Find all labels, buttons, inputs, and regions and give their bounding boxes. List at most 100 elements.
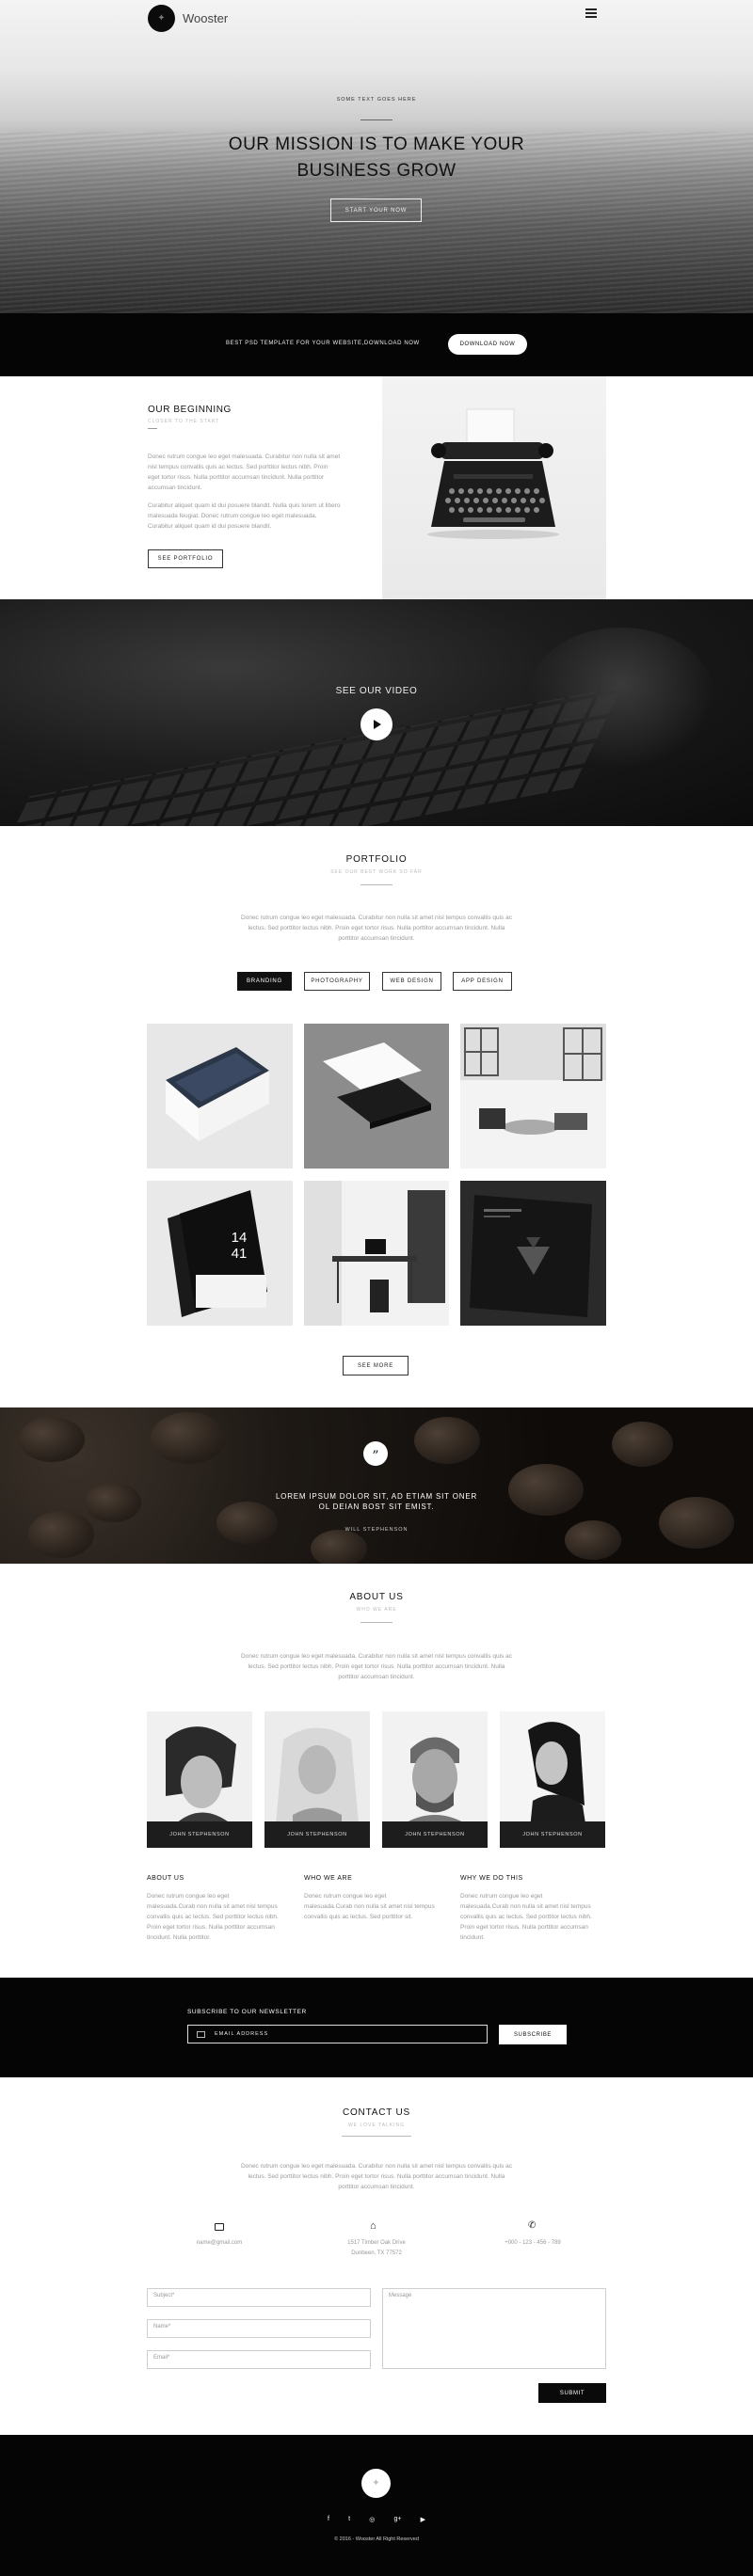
hamburger-menu-icon[interactable] xyxy=(585,8,597,18)
beginning-paragraph-1: Donec rutrum congue leo eget malesuada. … xyxy=(148,453,341,491)
name-field[interactable]: Name* xyxy=(147,2319,371,2338)
dribbble-icon[interactable]: ◎ xyxy=(369,2516,375,2525)
filter-web-design[interactable]: WEB DESIGN xyxy=(382,972,441,991)
quote-line2: OL DEIAN BOST SIT EMIST. xyxy=(318,1503,435,1511)
see-portfolio-button[interactable]: SEE PORTFOLIO xyxy=(148,549,223,568)
quote-line1: LOREM IPSUM DOLOR SIT, AD ETIAM SIT ONER xyxy=(275,1492,478,1501)
filter-branding[interactable]: BRANDING xyxy=(237,972,292,991)
footer-logo[interactable]: ✦ xyxy=(361,2469,391,2498)
loft-interior-illustration xyxy=(460,1024,606,1135)
hero-kicker: SOME TEXT GOES HERE xyxy=(336,97,417,103)
portfolio-item-book[interactable] xyxy=(147,1024,293,1169)
newsletter-section: SUBSCRIBE TO OUR NEWSLETTER EMAIL ADDRES… xyxy=(0,1978,753,2077)
about-col-3-heading: WHY WE DO THIS xyxy=(460,1875,523,1882)
quote-icon: ” xyxy=(372,1449,379,1464)
office-illustration xyxy=(304,1181,445,1326)
portfolio-item-loft[interactable] xyxy=(460,1024,606,1169)
team-member-2[interactable]: JOHN STEPHENSON xyxy=(264,1711,370,1848)
newsletter-email-placeholder: EMAIL ADDRESS xyxy=(215,2031,269,2037)
about-col-2-text: Donec rutrum congue leo eget malesuada.C… xyxy=(304,1893,435,1920)
portfolio-title: PORTFOLIO xyxy=(345,854,408,865)
video-section: SEE OUR VIDEO xyxy=(0,599,753,826)
google-plus-icon[interactable]: g+ xyxy=(393,2516,401,2525)
team-member-4[interactable]: JOHN STEPHENSON xyxy=(500,1711,605,1848)
promo-text: BEST PSD TEMPLATE FOR YOUR WEBSITE,DOWNL… xyxy=(226,341,420,346)
brand-name: Wooster xyxy=(183,11,229,25)
email-field[interactable]: Email* xyxy=(147,2350,371,2369)
facebook-icon[interactable]: f xyxy=(328,2516,329,2525)
beginning-divider xyxy=(148,428,157,429)
portfolio-divider xyxy=(360,884,393,885)
brand-logo[interactable]: ✦ xyxy=(148,5,175,32)
portfolio-item-cards[interactable] xyxy=(304,1024,449,1169)
logo-mark-icon: ✦ xyxy=(157,13,166,24)
play-icon xyxy=(374,720,381,729)
play-button[interactable] xyxy=(360,708,393,740)
contact-subtitle: WE LOVE TALKING xyxy=(347,2123,406,2128)
about-col-1-heading: ABOUT US xyxy=(147,1875,184,1882)
typewriter-illustration xyxy=(427,408,559,539)
copyright: © 2016 - Wooster All Right Reserved xyxy=(334,2536,419,2542)
beginning-title: OUR BEGINNING xyxy=(148,405,232,415)
filter-app-design[interactable]: APP DESIGN xyxy=(453,972,512,991)
newsletter-title: SUBSCRIBE TO OUR NEWSLETTER xyxy=(187,2009,307,2015)
about-col-1-text: Donec rutrum congue leo eget malesuada.C… xyxy=(147,1893,279,1941)
message-field[interactable]: Message xyxy=(382,2288,606,2369)
contact-address-line2: Dunbeen, TX 77572 xyxy=(351,2250,402,2256)
hand-silhouette xyxy=(527,628,715,769)
footer: ✦ f t ◎ g+ ▶ © 2016 - Wooster All Right … xyxy=(0,2435,753,2576)
contact-divider xyxy=(342,2136,411,2137)
about-col-3-text: Donec rutrum congue leo eget malesuada.C… xyxy=(460,1893,592,1941)
book-illustration xyxy=(166,1047,269,1141)
portfolio-item-poster[interactable] xyxy=(460,1181,606,1326)
portfolio-item-brochure[interactable]: 14 41 xyxy=(147,1181,293,1326)
portfolio-subtitle: SEE OUR BEST WORK SO FAR xyxy=(330,869,423,875)
about-section: ABOUT US WHO WE ARE Donec rutrum congue … xyxy=(0,1564,753,1978)
home-icon: ⌂ xyxy=(370,2220,376,2232)
about-description: Donec rutrum congue leo eget malesuada. … xyxy=(241,1653,512,1680)
testimonial-section: ” LOREM IPSUM DOLOR SIT, AD ETIAM SIT ON… xyxy=(0,1407,753,1564)
submit-button[interactable]: SUBMIT xyxy=(538,2383,606,2403)
subject-field[interactable]: Subject* xyxy=(147,2288,371,2307)
team-member-1-name: JOHN STEPHENSON xyxy=(147,1821,252,1848)
youtube-icon[interactable]: ▶ xyxy=(421,2516,425,2525)
poster-illustration xyxy=(470,1195,592,1317)
contact-phone[interactable]: +000 - 123 - 456 - 789 xyxy=(486,2240,580,2246)
newsletter-email-input[interactable]: EMAIL ADDRESS xyxy=(187,2025,488,2043)
filter-photography[interactable]: PHOTOGRAPHY xyxy=(304,972,370,991)
business-cards-illustration xyxy=(323,1042,431,1129)
about-divider xyxy=(360,1622,393,1623)
twitter-icon[interactable]: t xyxy=(348,2516,350,2525)
portfolio-section: PORTFOLIO SEE OUR BEST WORK SO FAR Donec… xyxy=(0,826,753,1407)
hero-title-line1: OUR MISSION IS TO MAKE YOUR xyxy=(228,135,525,154)
team-member-1[interactable]: JOHN STEPHENSON xyxy=(147,1711,252,1848)
social-icons: f t ◎ g+ ▶ xyxy=(328,2516,425,2525)
download-now-button[interactable]: DOWNLOAD NOW xyxy=(448,334,527,355)
contact-description: Donec rutrum congue leo eget malesuada. … xyxy=(241,2163,512,2190)
about-subtitle: WHO WE ARE xyxy=(356,1607,397,1613)
contact-title: CONTACT US xyxy=(342,2107,411,2118)
subscribe-button[interactable]: SUBSCRIBE xyxy=(499,2025,567,2044)
hero-section: ✦ Wooster SOME TEXT GOES HERE OUR MISSIO… xyxy=(0,0,753,313)
about-col-2-heading: WHO WE ARE xyxy=(304,1875,353,1882)
portfolio-description: Donec rutrum congue leo eget malesuada. … xyxy=(241,914,512,942)
team-member-3[interactable]: JOHN STEPHENSON xyxy=(382,1711,488,1848)
portfolio-item-office[interactable] xyxy=(304,1181,449,1326)
beginning-section: OUR BEGINNING CLOSER TO THE START Donec … xyxy=(0,376,753,599)
phone-icon: ✆ xyxy=(528,2220,537,2231)
team-member-4-name: JOHN STEPHENSON xyxy=(500,1821,605,1848)
video-title: SEE OUR VIDEO xyxy=(335,686,418,696)
contact-email[interactable]: name@gmail.com xyxy=(172,2240,266,2246)
hero-cta-button[interactable]: START YOUR NOW xyxy=(330,199,422,222)
contact-section: CONTACT US WE LOVE TALKING Donec rutrum … xyxy=(0,2077,753,2435)
typewriter-image xyxy=(382,376,606,599)
beginning-subtitle: CLOSER TO THE START xyxy=(148,419,220,424)
quote-badge: ” xyxy=(363,1441,388,1466)
hero-title-line2: BUSINESS GROW xyxy=(296,161,457,181)
about-title: ABOUT US xyxy=(349,1592,404,1602)
team-member-2-name: JOHN STEPHENSON xyxy=(264,1821,370,1848)
see-more-button[interactable]: SEE MORE xyxy=(343,1356,409,1375)
team-member-3-name: JOHN STEPHENSON xyxy=(382,1821,488,1848)
hero-divider xyxy=(360,119,393,120)
mail-icon xyxy=(197,2031,205,2038)
